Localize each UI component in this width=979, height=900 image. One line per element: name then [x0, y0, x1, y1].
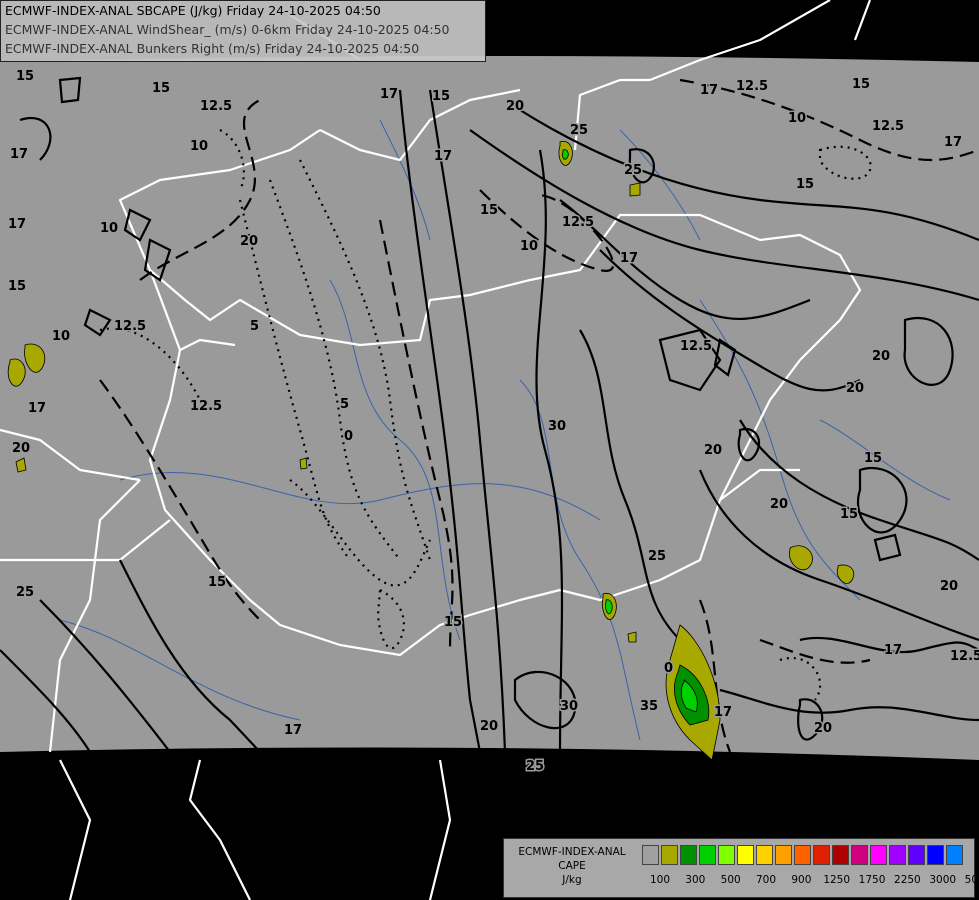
contour-label: 17: [380, 87, 398, 102]
legend-swatch: [908, 845, 925, 865]
contour-label: 15: [16, 69, 34, 84]
contour-label: 12.5: [200, 99, 232, 114]
contour-label: 25: [570, 123, 588, 138]
contour-label: 5: [340, 397, 349, 412]
contour-label: 0: [664, 661, 673, 676]
legend-swatch: [775, 845, 792, 865]
legend-swatch: [642, 845, 659, 865]
legend-swatch: [737, 845, 754, 865]
contour-label: 12.5: [736, 79, 768, 94]
contour-label: 17: [28, 401, 46, 416]
contour-label: 20: [872, 349, 890, 364]
contour-label: 20: [814, 721, 832, 736]
contour-label: 17: [620, 251, 638, 266]
contour-label: 12.5: [680, 339, 712, 354]
legend-swatch: [813, 845, 830, 865]
contour-label: 17: [434, 149, 452, 164]
legend-swatch: [851, 845, 868, 865]
contour-label: 17: [714, 705, 732, 720]
contour-label: 20: [770, 497, 788, 512]
title-line-sbcape: ECMWF-INDEX-ANAL SBCAPE (J/kg) Friday 24…: [5, 3, 381, 18]
contour-label: 10: [520, 239, 538, 254]
contour-label: 15: [796, 177, 814, 192]
legend-swatch: [889, 845, 906, 865]
cape-legend: ECMWF-INDEX-ANAL CAPE J/kg 100 300 500 700 9…: [503, 838, 979, 898]
legend-swatch: [946, 845, 963, 865]
contour-label: 30: [560, 699, 578, 714]
contour-label: 17: [944, 135, 962, 150]
contour-label: 10: [100, 221, 118, 236]
legend-tick-label: 1250: [823, 874, 851, 886]
contour-label: 25: [624, 163, 642, 178]
legend-title: ECMWF-INDEX-ANAL CAPE J/kg: [508, 845, 636, 887]
contour-label: 10: [52, 329, 70, 344]
contour-label: 10: [190, 139, 208, 154]
contour-label: 17: [700, 83, 718, 98]
legend-swatch: [718, 845, 735, 865]
map-title-block: ECMWF-INDEX-ANAL SBCAPE (J/kg) Friday 24…: [0, 0, 486, 62]
contour-label: 15: [852, 77, 870, 92]
contour-label: 17: [284, 723, 302, 738]
contour-label: 12.5: [562, 215, 594, 230]
legend-tick-label: 700: [755, 874, 777, 886]
legend-tick-label: 5000: [964, 874, 979, 886]
legend-swatch: [927, 845, 944, 865]
legend-swatches: [642, 845, 965, 865]
contour-label: 12.5: [190, 399, 222, 414]
legend-ticks: 100 300 500 700 900 1250 1750 2250 3000 5000: [642, 874, 979, 888]
contour-label: 20: [480, 719, 498, 734]
legend-tick-label: 300: [685, 874, 706, 886]
weather-map: 15 12.5 15 15 20 17 17 15 12.5 10 17 25 …: [0, 0, 979, 900]
contour-label: 30: [548, 419, 566, 434]
contour-label: 15: [480, 203, 498, 218]
contour-label: 10: [788, 111, 806, 126]
contour-label: 15: [864, 451, 882, 466]
legend-tick-label: 500: [720, 874, 741, 886]
contour-label: 20: [240, 234, 258, 249]
contour-label: 15: [840, 507, 858, 522]
contour-label: 12.5: [872, 119, 904, 134]
contour-label: 20: [704, 443, 722, 458]
contour-label: 15: [152, 81, 170, 96]
contour-label: 20: [940, 579, 958, 594]
legend-swatch: [680, 845, 697, 865]
contour-label: 20: [12, 441, 30, 456]
legend-title-line: ECMWF-INDEX-ANAL: [518, 846, 626, 858]
contour-label: 17: [884, 643, 902, 658]
contour-label: 12.5: [950, 649, 979, 664]
contour-label: 12.5: [114, 319, 146, 334]
title-line-bunkers: ECMWF-INDEX-ANAL Bunkers Right (m/s) Fri…: [5, 41, 420, 56]
legend-swatch: [699, 845, 716, 865]
legend-tick-label: 3000: [929, 874, 957, 886]
legend-swatch: [832, 845, 849, 865]
contour-label: 17: [8, 217, 26, 232]
legend-swatch: [794, 845, 811, 865]
contour-label: 25: [16, 585, 34, 600]
contour-label: 5: [250, 319, 259, 334]
title-line-windshear: ECMWF-INDEX-ANAL WindShear_ (m/s) 0-6km …: [5, 22, 450, 37]
legend-swatch: [661, 845, 678, 865]
contour-label: 15: [432, 89, 450, 104]
contour-label: 20: [846, 381, 864, 396]
contour-label: 0: [344, 429, 353, 444]
contour-label: 17: [10, 147, 28, 162]
contour-label: 25: [648, 549, 666, 564]
contour-label: 15: [208, 575, 226, 590]
legend-swatch: [756, 845, 773, 865]
legend-swatch: [870, 845, 887, 865]
model-domain: [0, 56, 979, 760]
contour-label: 35: [640, 699, 658, 714]
legend-tick-label: 2250: [894, 874, 921, 886]
legend-title-line: J/kg: [562, 874, 582, 886]
contour-label: 15: [444, 615, 462, 630]
contour-label: 15: [8, 279, 26, 294]
contour-label: 20: [506, 99, 524, 114]
legend-tick-label: 900: [791, 874, 812, 886]
legend-title-line: CAPE: [558, 860, 586, 872]
legend-tick-label: 100: [649, 874, 671, 886]
legend-tick-label: 1750: [858, 874, 886, 886]
contour-label: 25: [526, 759, 544, 774]
